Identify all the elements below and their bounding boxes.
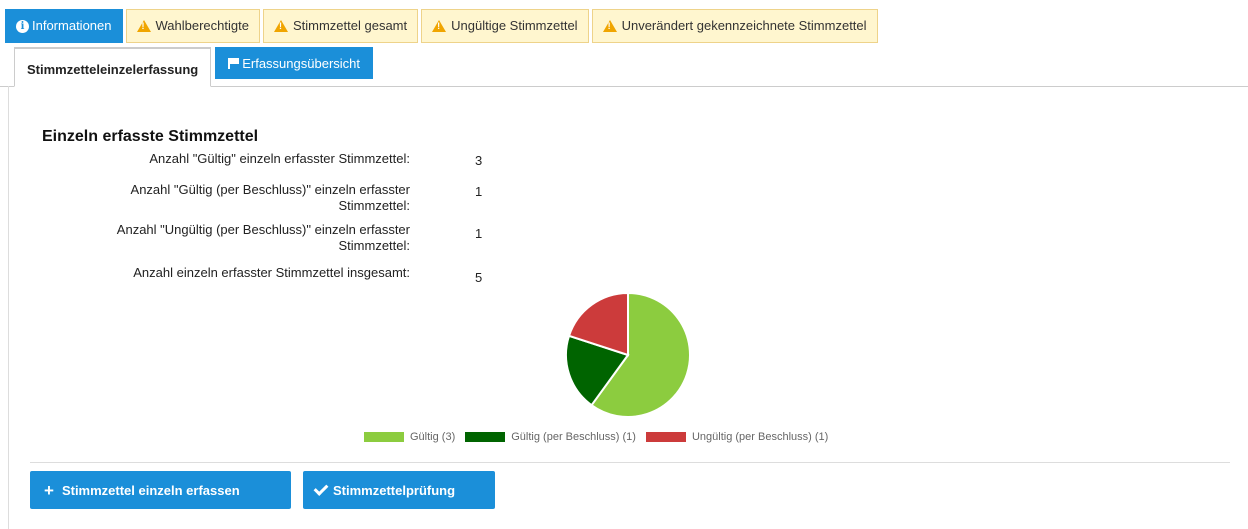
chart-legend: Gültig (3) Gültig (per Beschluss) (1) Un… bbox=[364, 431, 838, 443]
legend-item: Ungültig (per Beschluss) (1) bbox=[645, 431, 829, 443]
warning-icon bbox=[136, 20, 151, 32]
tab-label: Ungültige Stimmzettel bbox=[451, 18, 578, 33]
tab-label: Erfassungsübersicht bbox=[242, 55, 360, 71]
warning-icon bbox=[273, 20, 288, 32]
warning-icon bbox=[432, 20, 447, 32]
tab-unveraendert-gekennzeichnete[interactable]: Unverändert gekennzeichnete Stimmzettel bbox=[591, 9, 878, 43]
plus-icon: + bbox=[44, 480, 54, 500]
legend-item: Gültig (per Beschluss) (1) bbox=[465, 431, 636, 443]
legend-label: Ungültig (per Beschluss) (1) bbox=[691, 431, 829, 443]
ballot-check-button[interactable]: Stimmzettelprüfung bbox=[303, 471, 495, 509]
stat-value: 1 bbox=[475, 184, 483, 199]
divider bbox=[30, 462, 1230, 463]
stat-label: Anzahl "Ungültig (per Beschluss)" einzel… bbox=[116, 222, 410, 253]
stat-value: 3 bbox=[475, 153, 483, 168]
tab-erfassungsuebersicht[interactable]: Erfassungsübersicht bbox=[215, 47, 373, 79]
tab-label: Stimmzettel gesamt bbox=[292, 18, 408, 33]
tab-label: Unverändert gekennzeichnete Stimmzettel bbox=[621, 18, 867, 33]
tab-ungueltige-stimmzettel[interactable]: Ungültige Stimmzettel bbox=[421, 9, 589, 43]
tab-informationen[interactable]: i Informationen bbox=[5, 9, 123, 43]
legend-swatch bbox=[645, 432, 686, 442]
tab-stimmzettel-gesamt[interactable]: Stimmzettel gesamt bbox=[262, 9, 419, 43]
tab-label: Informationen bbox=[32, 18, 112, 33]
stat-label: Anzahl "Gültig (per Beschluss)" einzeln … bbox=[130, 182, 410, 213]
legend-swatch bbox=[465, 432, 506, 442]
tab-label: Stimmzetteleinzelerfassung bbox=[27, 62, 199, 77]
stat-value: 1 bbox=[475, 226, 483, 241]
tab-label: Wahlberechtigte bbox=[155, 18, 249, 33]
info-icon: i bbox=[16, 19, 29, 33]
stat-label: Anzahl "Gültig" einzeln erfasster Stimmz… bbox=[149, 151, 410, 166]
flag-icon bbox=[228, 58, 240, 69]
button-label: Stimmzettel einzeln erfassen bbox=[61, 482, 240, 498]
top-tab-bar: i Informationen Wahlberechtigte Stimmzet… bbox=[5, 9, 878, 45]
button-label: Stimmzettelprüfung bbox=[333, 482, 456, 498]
warning-icon bbox=[602, 20, 617, 32]
legend-label: Gültig (per Beschluss) (1) bbox=[511, 431, 636, 443]
stat-label: Anzahl einzeln erfasster Stimmzettel ins… bbox=[133, 265, 410, 280]
stat-value: 5 bbox=[475, 270, 483, 285]
add-ballot-button[interactable]: + Stimmzettel einzeln erfassen bbox=[30, 471, 291, 509]
legend-swatch bbox=[364, 432, 404, 442]
panel-left-border bbox=[8, 86, 9, 529]
pie-chart bbox=[565, 291, 691, 418]
section-title: Einzeln erfasste Stimmzettel bbox=[42, 128, 259, 145]
check-icon bbox=[313, 480, 329, 496]
sub-tab-bar: Stimmzetteleinzelerfassung Erfassungsübe… bbox=[14, 47, 373, 87]
tab-wahlberechtigte[interactable]: Wahlberechtigte bbox=[125, 9, 260, 43]
legend-item: Gültig (3) bbox=[364, 431, 455, 443]
legend-label: Gültig (3) bbox=[410, 431, 456, 443]
tab-stimmzetteleinzelerfassung[interactable]: Stimmzetteleinzelerfassung bbox=[14, 47, 212, 87]
